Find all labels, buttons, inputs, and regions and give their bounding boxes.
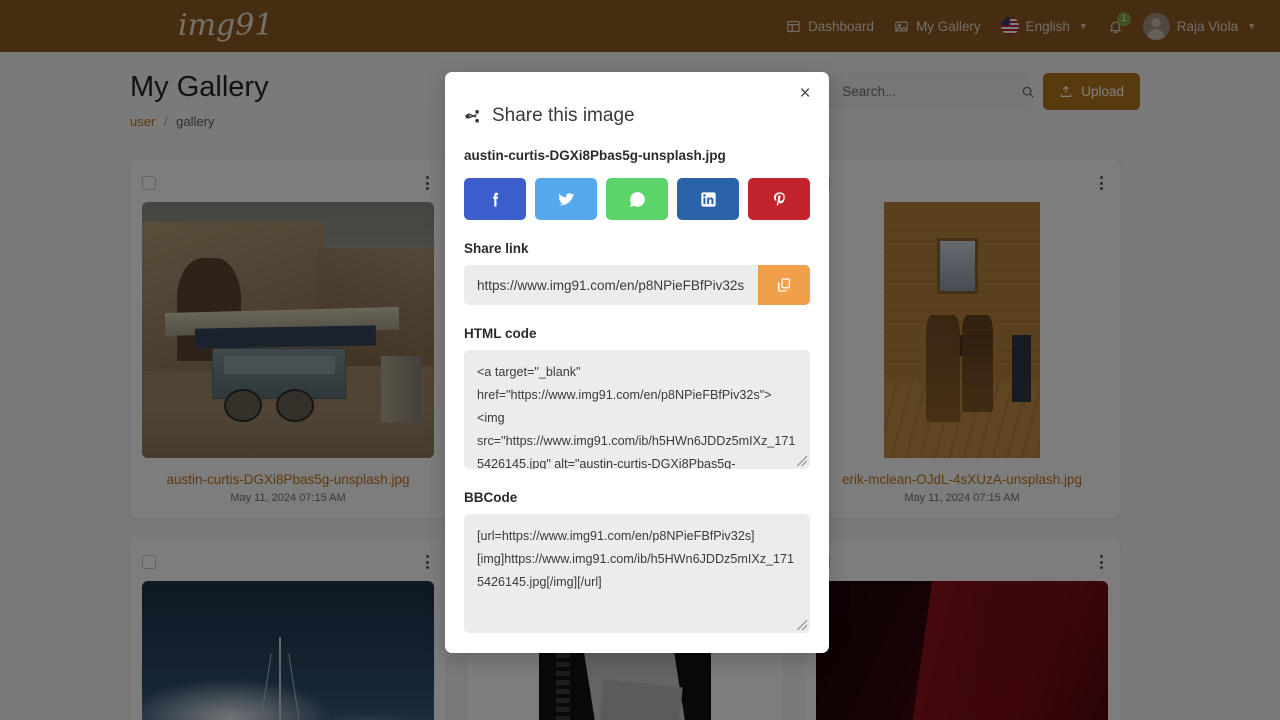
share-twitter-button[interactable]: [535, 178, 597, 220]
share-link-label: Share link: [464, 241, 529, 256]
modal-body: Share this image austin-curtis-DGXi8Pbas…: [445, 72, 829, 653]
html-code-label: HTML code: [464, 326, 537, 341]
linkedin-icon: [699, 190, 718, 209]
modal-filename: austin-curtis-DGXi8Pbas5g-unsplash.jpg: [464, 148, 726, 163]
copy-icon: [776, 277, 792, 293]
twitter-icon: [557, 190, 576, 209]
modal-title-text: Share this image: [492, 105, 635, 126]
share-whatsapp-button[interactable]: [606, 178, 668, 220]
bbcode-label: BBCode: [464, 490, 518, 505]
share-linkedin-button[interactable]: [677, 178, 739, 220]
share-image-modal: × Share this image austin-curtis-DGXi8Pb…: [445, 72, 829, 653]
share-facebook-button[interactable]: [464, 178, 526, 220]
close-icon[interactable]: ×: [794, 82, 816, 104]
share-link-input[interactable]: [464, 265, 758, 305]
html-code-textarea[interactable]: <a target="_blank" href="https://www.img…: [464, 350, 810, 469]
share-link-row: [464, 265, 810, 305]
social-share-buttons: [464, 178, 810, 220]
modal-title-row: Share this image: [464, 105, 810, 127]
html-code-wrap: <a target="_blank" href="https://www.img…: [464, 350, 810, 469]
whatsapp-icon: [628, 190, 647, 209]
share-nodes-icon: [464, 108, 481, 125]
bbcode-textarea[interactable]: [url=https://www.img91.com/en/p8NPieFBfP…: [464, 514, 810, 633]
copy-link-button[interactable]: [758, 265, 810, 305]
facebook-icon: [486, 190, 505, 209]
app-root: img91 Dashboard: [0, 0, 1280, 720]
bbcode-wrap: [url=https://www.img91.com/en/p8NPieFBfP…: [464, 514, 810, 633]
share-pinterest-button[interactable]: [748, 178, 810, 220]
pinterest-icon: [770, 190, 789, 209]
